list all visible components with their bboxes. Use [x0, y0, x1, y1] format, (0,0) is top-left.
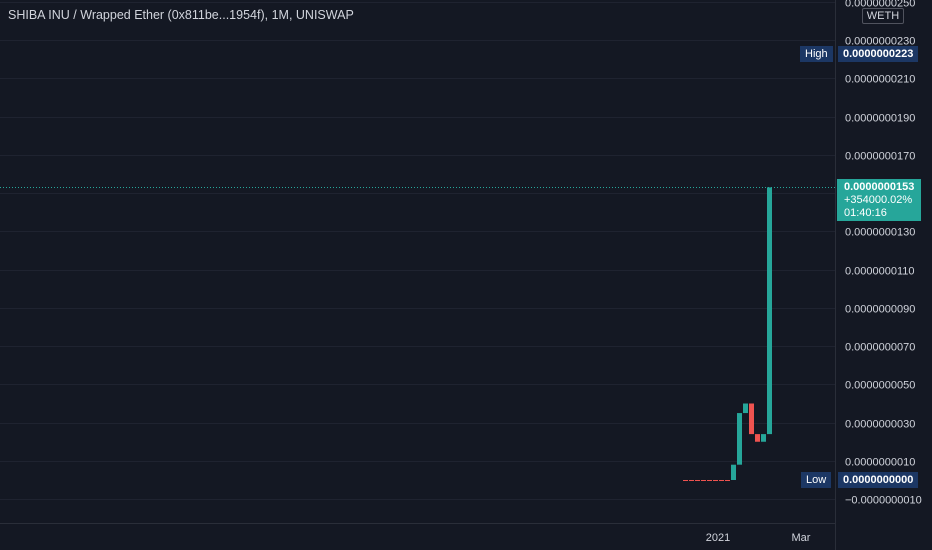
interval-label[interactable]: 1M	[272, 8, 289, 22]
price-tick-label: −0.0000000010	[845, 495, 922, 507]
price-tick-label: 0.0000000110	[845, 266, 915, 278]
price-tick-label: 0.0000000050	[845, 380, 915, 392]
high-value: 0.0000000223	[838, 46, 919, 62]
price-tick-label: 0.0000000170	[845, 151, 915, 163]
candle	[725, 480, 730, 481]
candle	[689, 480, 694, 481]
price-tick-label: 0.0000000130	[845, 227, 915, 239]
candle	[683, 480, 688, 481]
candle	[707, 480, 712, 481]
price-tick-label: 0.0000000010	[845, 457, 915, 469]
price-tick-labels: 0.00000002500.00000002300.00000002100.00…	[845, 0, 922, 507]
low-value: 0.0000000000	[838, 472, 919, 488]
candle	[731, 464, 736, 480]
time-axis-labels: 2021 Mar	[706, 532, 811, 544]
price-tick-label: 0.0000000190	[845, 113, 915, 125]
time-axis-label: Mar	[792, 532, 811, 544]
grid-lines	[0, 2, 835, 500]
low-label: Low	[801, 472, 832, 488]
price-tick-label: 0.0000000210	[845, 74, 915, 86]
price-tick-label: 0.0000000030	[845, 419, 915, 431]
last-price-value: 0.0000000153	[844, 181, 915, 193]
title-separator: ,	[264, 8, 272, 22]
candle	[701, 480, 706, 481]
chart-title: SHIBA INU / Wrapped Ether (0x811be...195…	[8, 8, 354, 22]
symbol-name: SHIBA INU / Wrapped Ether (0x811be...195…	[8, 8, 265, 22]
title-separator: ,	[288, 8, 296, 22]
candle	[737, 413, 742, 465]
bar-countdown: 01:40:16	[844, 207, 887, 219]
high-label: High	[800, 46, 833, 62]
candle	[761, 434, 766, 442]
exchange-label: UNISWAP	[295, 8, 354, 22]
price-tick-label: 0.0000000070	[845, 342, 915, 354]
candle	[719, 480, 724, 481]
time-axis-label: 2021	[706, 532, 730, 544]
candle	[767, 187, 772, 435]
candle	[695, 480, 700, 481]
candle	[755, 434, 760, 442]
currency-badge[interactable]: WETH	[862, 8, 904, 24]
candle	[743, 403, 748, 414]
candle	[749, 403, 754, 435]
price-tick-label: 0.0000000090	[845, 304, 915, 316]
candle	[713, 480, 718, 481]
last-price-badge: 0.0000000153 +354000.02% 01:40:16	[837, 179, 921, 221]
price-chart[interactable]: 0.00000002500.00000002300.00000002100.00…	[0, 0, 932, 550]
last-price-change: +354000.02%	[844, 194, 913, 206]
